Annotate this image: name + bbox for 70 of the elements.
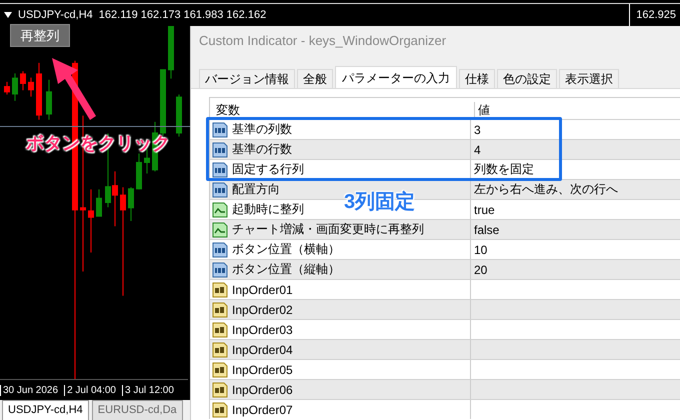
- chart-tab[interactable]: EURUSD-cd,Da: [92, 400, 183, 420]
- candlestick: [4, 82, 10, 94]
- parameter-value[interactable]: false: [474, 222, 500, 236]
- parameter-name: チャート増減・画面変更時に再整列: [232, 221, 424, 238]
- parameter-name: InpOrder03: [232, 322, 293, 336]
- parameter-name: ボタン位置（横軸）: [232, 241, 340, 258]
- parameter-value[interactable]: 3: [474, 122, 481, 136]
- candlestick: [136, 154, 142, 190]
- document-icon: [212, 402, 228, 418]
- document-icon: [212, 122, 228, 138]
- parameter-value[interactable]: 列数を固定: [474, 161, 534, 178]
- chart-tab[interactable]: USDJPY-cd,H4: [2, 400, 89, 420]
- parameter-name: 固定する行列: [232, 161, 304, 178]
- window-title: Custom Indicator - keys_WindowOrganizer: [198, 32, 448, 50]
- dialog-tab[interactable]: 表示選択: [559, 69, 619, 88]
- candlestick: [88, 189, 94, 253]
- candlestick: [12, 73, 18, 101]
- parameter-name: ボタン位置（縦軸）: [232, 261, 340, 278]
- document-icon: [212, 182, 228, 198]
- dialog-tab[interactable]: バージョン情報: [199, 69, 295, 88]
- candlestick: [168, 26, 174, 79]
- document-icon: [212, 382, 228, 398]
- document-icon: [212, 342, 228, 358]
- document-icon: [212, 242, 228, 258]
- parameter-name: 基準の行数: [232, 141, 292, 158]
- time-label: 30 Jun 2026: [0, 384, 58, 396]
- candlestick: [176, 94, 182, 137]
- document-icon: [212, 282, 228, 298]
- candlestick: [28, 78, 34, 97]
- parameter-name: InpOrder05: [232, 362, 293, 376]
- candlestick: [20, 71, 26, 90]
- candlestick: [160, 69, 166, 136]
- candlestick: [96, 189, 102, 217]
- column-header: 値: [477, 102, 491, 119]
- parameter-name: InpOrder07: [232, 402, 293, 416]
- parameter-value[interactable]: 20: [474, 262, 488, 276]
- document-icon: [212, 322, 228, 338]
- dialog-tab[interactable]: 全般: [297, 69, 333, 88]
- parameter-name: 配置方向: [232, 181, 280, 198]
- rearrange-button[interactable]: 再整列: [10, 24, 70, 47]
- parameter-value[interactable]: 4: [474, 142, 481, 156]
- parameter-name: 基準の列数: [232, 121, 292, 138]
- parameter-value[interactable]: 10: [474, 242, 488, 256]
- parameter-name: InpOrder04: [232, 342, 293, 356]
- annotation-text: 3列固定: [344, 190, 416, 215]
- column-header: 変数: [210, 102, 475, 119]
- parameter-name: 起動時に整列: [232, 201, 304, 218]
- chart-document-icon: [212, 202, 228, 218]
- candlestick: [36, 62, 42, 120]
- time-label: 2 Jul 04:00: [64, 384, 116, 396]
- document-icon: [212, 262, 228, 278]
- document-icon: [212, 302, 228, 318]
- document-icon: [212, 362, 228, 378]
- price-values: 162.119 162.173 161.983 162.162: [98, 9, 266, 21]
- parameter-name: InpOrder01: [232, 282, 293, 296]
- dropdown-icon[interactable]: [4, 12, 12, 18]
- dialog-tab[interactable]: 色の設定: [497, 69, 557, 88]
- document-icon: [212, 142, 228, 158]
- parameter-name: InpOrder02: [232, 302, 293, 316]
- candlestick: [46, 80, 52, 120]
- chart-title: USDJPY-cd,H4: [18, 9, 93, 21]
- parameter-value[interactable]: 左から右へ進み、次の行へ: [474, 181, 618, 198]
- chart-document-icon: [212, 222, 228, 238]
- candlestick: [128, 187, 134, 221]
- dialog-tab[interactable]: パラメーターの入力: [335, 66, 457, 88]
- time-label: 3 Jul 12:00: [122, 384, 174, 396]
- dialog-tab[interactable]: 仕様: [459, 69, 495, 88]
- document-icon: [212, 162, 228, 178]
- parameter-name: InpOrder06: [232, 382, 293, 396]
- parameter-value[interactable]: true: [474, 202, 495, 216]
